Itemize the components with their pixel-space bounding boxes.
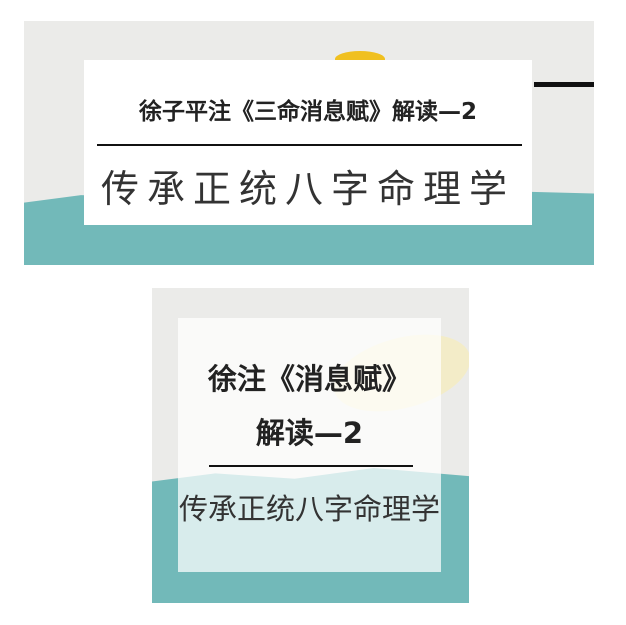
black-bar-decoration [534, 82, 594, 87]
square-cover: 徐注《消息赋》 解读—2 传承正统八字命理学 [152, 288, 469, 603]
divider [209, 465, 413, 467]
square-title-line1: 徐注《消息赋》 [207, 362, 411, 396]
wide-cover-banner: 徐子平注《三命消息赋》解读—2 传承正统八字命理学 [24, 21, 594, 265]
square-title-line2: 解读—2 [255, 416, 364, 450]
banner-subtitle: 传承正统八字命理学 [100, 167, 515, 211]
divider [97, 144, 522, 146]
banner-title: 徐子平注《三命消息赋》解读—2 [138, 99, 477, 125]
title-card: 徐注《消息赋》 解读—2 传承正统八字命理学 [178, 318, 441, 572]
title-card: 徐子平注《三命消息赋》解读—2 传承正统八字命理学 [84, 60, 532, 225]
square-subtitle: 传承正统八字命理学 [178, 492, 440, 526]
